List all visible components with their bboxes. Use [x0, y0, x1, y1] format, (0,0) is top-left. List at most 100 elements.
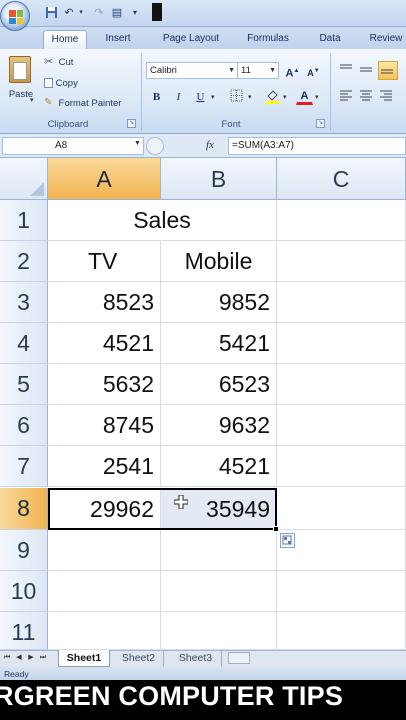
cell-c4[interactable] [277, 323, 406, 364]
column-header-b[interactable]: B [161, 158, 277, 200]
cell-a4[interactable]: 4521 [48, 323, 161, 364]
font-launcher-icon[interactable]: ↘ [316, 119, 325, 128]
align-middle-button[interactable] [358, 62, 376, 79]
formula-bar-resize-handle[interactable] [146, 137, 164, 155]
tab-data[interactable]: Data [312, 30, 348, 49]
formula-input[interactable]: =SUM(A3:A7) [228, 137, 406, 155]
row-header-1[interactable]: 1 [0, 200, 48, 241]
cell-a6[interactable]: 8745 [48, 405, 161, 446]
row-header-2[interactable]: 2 [0, 241, 48, 282]
sheet-tab-sheet3[interactable]: Sheet3 [170, 650, 222, 667]
tab-insert[interactable]: Insert [96, 30, 140, 49]
font-name-combo[interactable]: Calibri ▼ [146, 62, 238, 79]
font-size-dropdown-icon[interactable]: ▼ [269, 63, 276, 78]
underline-button[interactable]: U [192, 88, 209, 105]
last-sheet-icon[interactable]: ⏭ [38, 652, 48, 664]
first-sheet-icon[interactable]: ⏮ [2, 652, 12, 664]
fill-color-button[interactable] [264, 88, 281, 105]
cell-a5[interactable]: 5632 [48, 364, 161, 405]
column-header-c[interactable]: C [277, 158, 406, 200]
shrink-font-button[interactable]: A▼ [305, 62, 322, 79]
insert-function-button[interactable]: fx [206, 139, 214, 151]
save-icon[interactable] [44, 6, 58, 20]
tab-home[interactable]: Home [43, 30, 87, 49]
align-left-button[interactable] [338, 89, 356, 106]
cell-b3[interactable]: 9852 [161, 282, 277, 323]
row-header-8[interactable]: 8 [0, 488, 48, 530]
grow-font-button[interactable]: A▲ [284, 62, 301, 80]
sheet-tab-sheet2[interactable]: Sheet2 [114, 650, 164, 667]
row-header-4[interactable]: 4 [0, 323, 48, 364]
cell-a11[interactable] [48, 612, 161, 650]
cell-c8[interactable] [277, 488, 406, 530]
borders-dropdown-icon[interactable]: ▾ [248, 93, 252, 101]
name-box[interactable]: A8 [2, 137, 144, 155]
cell-b11[interactable] [161, 612, 277, 650]
quick-print-icon[interactable]: ▤ [110, 6, 124, 20]
row-header-10[interactable]: 10 [0, 571, 48, 612]
next-sheet-icon[interactable]: ▶ [26, 652, 36, 664]
row-header-7[interactable]: 7 [0, 446, 48, 487]
tab-review[interactable]: Review [362, 30, 406, 49]
row-header-6[interactable]: 6 [0, 405, 48, 446]
cell-b7[interactable]: 4521 [161, 446, 277, 487]
cell-a3[interactable]: 8523 [48, 282, 161, 323]
underline-dropdown-icon[interactable]: ▾ [211, 93, 215, 101]
cell-c11[interactable] [277, 612, 406, 650]
column-header-a[interactable]: A [48, 158, 161, 200]
cell-b2[interactable]: Mobile [161, 241, 277, 282]
name-box-dropdown-icon[interactable]: ▼ [134, 140, 141, 147]
fill-color-dropdown-icon[interactable]: ▾ [283, 93, 287, 101]
undo-dropdown-icon[interactable]: ▾ [74, 6, 88, 20]
cell-a8[interactable]: 29962 [48, 488, 161, 530]
cell-b10[interactable] [161, 571, 277, 612]
align-top-button[interactable] [338, 62, 356, 79]
row-header-9[interactable]: 9 [0, 530, 48, 571]
cell-a7[interactable]: 2541 [48, 446, 161, 487]
font-name-dropdown-icon[interactable]: ▼ [228, 63, 235, 78]
cell-c1[interactable] [277, 200, 406, 241]
font-size-combo[interactable]: 11 ▼ [237, 62, 279, 79]
row-header-11[interactable]: 11 [0, 612, 48, 650]
cell-b5[interactable]: 6523 [161, 364, 277, 405]
cell-c6[interactable] [277, 405, 406, 446]
cell-c9[interactable] [277, 530, 406, 571]
cell-a1-merged[interactable]: Sales [48, 200, 277, 241]
cell-c3[interactable] [277, 282, 406, 323]
cell-b4[interactable]: 5421 [161, 323, 277, 364]
cell-c10[interactable] [277, 571, 406, 612]
cell-c7[interactable] [277, 446, 406, 487]
clipboard-launcher-icon[interactable]: ↘ [127, 119, 136, 128]
format-painter-button[interactable]: ✎ Format Painter [44, 97, 121, 110]
insert-sheet-icon[interactable] [228, 652, 250, 664]
office-button[interactable] [0, 1, 30, 31]
cell-c5[interactable] [277, 364, 406, 405]
tab-formulas[interactable]: Formulas [240, 30, 296, 49]
row-header-3[interactable]: 3 [0, 282, 48, 323]
bold-button[interactable]: B [148, 88, 165, 105]
cell-c2[interactable] [277, 241, 406, 282]
cell-a2[interactable]: TV [48, 241, 161, 282]
paste-dropdown-icon[interactable]: ▾ [30, 96, 34, 104]
cell-b9[interactable] [161, 530, 277, 571]
borders-button[interactable] [228, 88, 245, 105]
auto-fill-options-icon[interactable] [280, 533, 295, 548]
align-bottom-button[interactable] [378, 61, 398, 80]
align-center-button[interactable] [358, 89, 376, 106]
cut-button[interactable]: ✂ Cut [44, 56, 73, 69]
cell-b6[interactable]: 9632 [161, 405, 277, 446]
customize-qat-icon[interactable]: ▾ [128, 6, 142, 20]
redo-icon[interactable]: ↷ [92, 6, 106, 20]
row-header-5[interactable]: 5 [0, 364, 48, 405]
tab-page-layout[interactable]: Page Layout [155, 30, 227, 49]
cell-a10[interactable] [48, 571, 161, 612]
fill-handle[interactable] [273, 526, 279, 532]
font-color-dropdown-icon[interactable]: ▾ [315, 93, 319, 101]
copy-button[interactable]: Copy [44, 77, 78, 90]
prev-sheet-icon[interactable]: ◀ [14, 652, 24, 664]
sheet-tab-sheet1[interactable]: Sheet1 [58, 650, 110, 667]
align-right-button[interactable] [378, 89, 396, 106]
cell-a9[interactable] [48, 530, 161, 571]
font-color-button[interactable]: A [296, 88, 313, 105]
italic-button[interactable]: I [170, 88, 187, 105]
